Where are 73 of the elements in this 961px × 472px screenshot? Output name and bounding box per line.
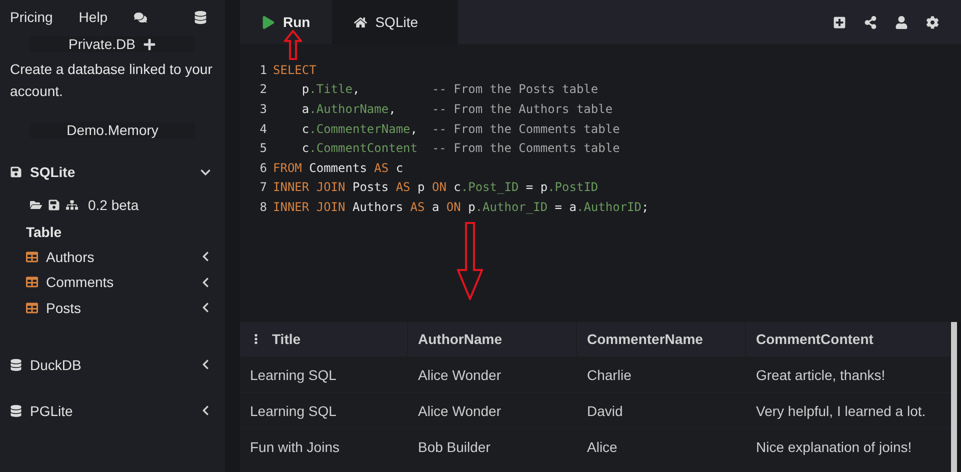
line-number: 6 <box>258 160 267 175</box>
table-icon <box>26 276 38 288</box>
line-number: 7 <box>258 180 267 194</box>
column-title: CommenterName <box>587 331 703 347</box>
version-label: 0.2 beta <box>88 197 139 213</box>
code-line: INNER JOIN Authors AS a ON p.Author_ID = a.AuthorID; <box>273 200 649 214</box>
chevron-left-icon[interactable] <box>200 359 211 370</box>
code-line: FROM Comments AS c <box>273 160 404 175</box>
table-cell: Charlie <box>577 356 746 392</box>
table-cell: Learning SQL <box>240 356 408 392</box>
line-number: 2 <box>258 82 267 96</box>
column-title: CommentContent <box>756 331 874 347</box>
engine-name[interactable]: DuckDB <box>30 356 192 372</box>
sitemap-icon[interactable] <box>66 199 78 211</box>
code-line: p.Title, -- From the Posts table <box>300 82 598 96</box>
code-line: SELECT <box>273 62 316 77</box>
code-line: INNER JOIN Posts AS p ON c.Post_ID = p.PostID <box>273 180 598 194</box>
column-header[interactable]: Title <box>240 322 408 356</box>
chevron-down-icon[interactable] <box>200 166 211 178</box>
chat-icon[interactable] <box>134 10 147 24</box>
database-icon[interactable] <box>194 10 207 24</box>
table-cell: Alice Wonder <box>408 392 577 428</box>
folder-icon[interactable] <box>30 199 42 211</box>
section-label: Table <box>25 223 63 242</box>
table-cell: Alice Wonder <box>408 356 577 392</box>
table-cell: Alice <box>577 428 746 464</box>
nav-link[interactable]: Pricing <box>10 9 53 25</box>
table-icon <box>26 250 38 263</box>
table-cell: Nice explanation of joins! <box>746 428 951 464</box>
play-icon <box>262 16 275 28</box>
column-header[interactable]: CommentContent <box>746 322 951 356</box>
description-text: Create a database linked to your account. <box>10 60 214 101</box>
line-number: 1 <box>258 62 267 77</box>
chevron-left-icon[interactable] <box>200 276 211 288</box>
line-number: 4 <box>258 122 267 136</box>
engine-name[interactable]: PGLite <box>30 402 192 418</box>
chevron-left-icon[interactable] <box>200 251 211 262</box>
add-icon[interactable] <box>833 16 846 28</box>
table-cell: Very helpful, I learned a lot. <box>746 392 951 428</box>
code-line: c.CommenterName, -- From the Comments table <box>300 122 620 136</box>
line-number: 3 <box>258 102 267 116</box>
plus-icon[interactable] <box>143 38 156 50</box>
column-header[interactable]: CommenterName <box>577 322 746 356</box>
demo-memory-button[interactable]: Demo.Memory <box>66 122 158 138</box>
home-icon <box>354 16 368 28</box>
nav-link[interactable]: Help <box>78 9 108 25</box>
share-icon[interactable] <box>864 16 877 28</box>
column-header[interactable]: AuthorName <box>408 322 577 356</box>
table-icon <box>26 302 38 314</box>
table-cell: David <box>577 392 746 428</box>
tab[interactable]: Run <box>240 0 332 44</box>
table-cell: Learning SQL <box>240 392 408 428</box>
code-line: a.AuthorName, -- From the Authors table <box>300 102 613 116</box>
table-item[interactable]: Posts <box>46 300 192 316</box>
table-item[interactable]: Comments <box>46 274 192 290</box>
table-cell: Bob Builder <box>408 428 577 464</box>
code-line: c.CommentContent -- From the Comments table <box>300 141 620 156</box>
table-cell: Fun with Joins <box>240 428 408 464</box>
column-title: Title <box>272 331 301 347</box>
engine-name[interactable]: SQLite <box>30 164 192 180</box>
column-title: AuthorName <box>418 331 502 347</box>
tab[interactable]: SQLite <box>332 0 458 44</box>
table-cell: Great article, thanks! <box>746 356 951 392</box>
chevron-left-icon[interactable] <box>200 405 211 416</box>
table-item[interactable]: Authors <box>46 248 192 265</box>
user-icon[interactable] <box>895 16 908 28</box>
up-arrow-drawing <box>284 30 302 60</box>
settings-icon[interactable] <box>926 16 939 28</box>
line-number: 5 <box>258 141 267 156</box>
chevron-left-icon[interactable] <box>200 302 211 314</box>
private-db-button[interactable]: Private.DB <box>68 36 136 52</box>
save-icon[interactable] <box>48 199 60 211</box>
line-number: 8 <box>258 200 267 214</box>
